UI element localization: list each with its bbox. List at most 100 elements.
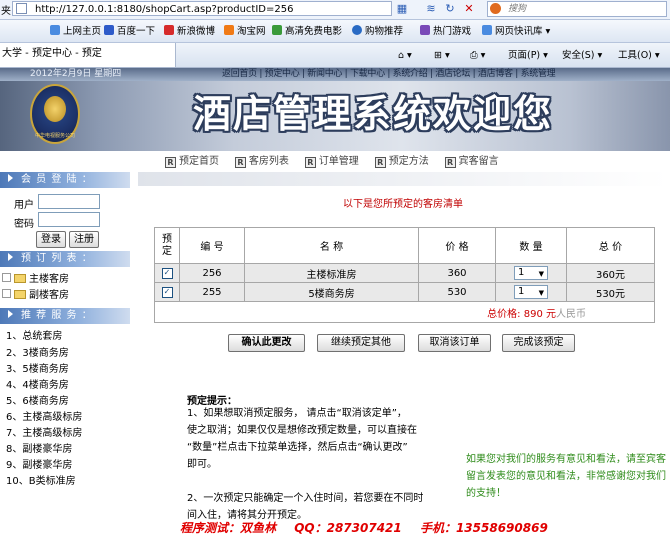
total-row: 总价格: 890 元人民币 <box>154 301 655 323</box>
fav-link[interactable]: 上网主页 <box>50 25 101 39</box>
fav-link[interactable]: 高清免费电影 <box>272 25 342 39</box>
baidu-icon <box>104 25 114 35</box>
tree-expander[interactable] <box>2 289 11 298</box>
fav-link[interactable]: 新浪微博 <box>164 25 215 39</box>
recommend-item[interactable]: 5、6楼商务房 <box>6 394 69 409</box>
cart-table: 预定 编 号 名 称 价 格 数 量 总 价 ✓ 256 主楼标准房 360 1… <box>154 227 655 323</box>
username-input[interactable] <box>38 194 100 209</box>
column-header: 编 号 <box>179 227 245 264</box>
password-input[interactable] <box>38 212 100 227</box>
register-button[interactable]: 注册 <box>69 231 99 248</box>
url-input[interactable]: http://127.0.0.1:8180/shopCart.asp?produ… <box>12 1 392 16</box>
column-header: 总 价 <box>566 227 655 264</box>
print-icon[interactable]: ⎙ ▾ <box>470 49 485 63</box>
game-icon <box>420 25 430 35</box>
page-icon <box>16 3 27 14</box>
tree-expander[interactable] <box>2 273 11 282</box>
fav-link[interactable]: 热门游戏 <box>420 25 471 39</box>
subnav-guestbook[interactable]: R 宾客留言 <box>444 156 499 168</box>
tools-menu[interactable]: 工具(O) ▾ <box>618 49 660 63</box>
refresh-icon[interactable]: ↻ <box>443 2 457 16</box>
room-price: 530 <box>418 282 496 302</box>
tree-item-main-building[interactable]: 主楼客房 <box>2 273 69 287</box>
grand-total: 总价格: 890 元人民币 <box>154 301 655 323</box>
cart-caption: 以下是您所预定的客房清单 <box>343 199 463 210</box>
address-bar: 夹 http://127.0.0.1:8180/shopCart.asp?pro… <box>0 0 670 20</box>
recommend-item[interactable]: 6、主楼高级标房 <box>6 410 82 425</box>
nav-key-icon: R <box>444 157 456 168</box>
room-id: 256 <box>179 263 245 283</box>
recommend-item[interactable]: 9、副楼豪华房 <box>6 458 72 473</box>
row-total: 360元 <box>566 263 655 283</box>
page-menu[interactable]: 页面(P) ▾ <box>508 49 548 63</box>
fav-link[interactable]: 淘宝网 <box>224 25 266 39</box>
tip-line: 2、一次预定只能确定一个入住时间，若您要在不同时 <box>187 493 424 504</box>
taobao-icon <box>224 25 234 35</box>
recommend-item[interactable]: 10、B类标准房 <box>6 474 76 489</box>
fav-link[interactable]: 网页快讯库 ▾ <box>482 25 550 39</box>
safety-menu[interactable]: 安全(S) ▾ <box>562 49 602 63</box>
favorites-bar: 上网主页 百度一下 新浪微博 淘宝网 高清免费电影 购物推荐 热门游戏 网页快讯… <box>0 20 670 43</box>
command-bar: 大学 - 预定中心 - 预定 ⌂ ▾ ⊞ ▾ ⎙ ▾ 页面(P) ▾ 安全(S)… <box>0 43 670 68</box>
footer-qq: QQ：287307421 <box>294 521 402 535</box>
nav-key-icon: R <box>374 157 386 168</box>
top-nav[interactable]: 返回首页 | 预定中心 | 新闻中心 | 下载中心 | 系统介绍 | 酒店论坛 … <box>222 68 556 81</box>
quantity-select[interactable]: 1 ▼ <box>514 266 548 280</box>
room-id: 255 <box>179 282 245 302</box>
select-cell: ✓ <box>154 263 180 283</box>
recommend-item[interactable]: 1、总统套房 <box>6 329 62 344</box>
booking-section-title: 预 订 列 表 ： <box>0 251 130 267</box>
rss-icon[interactable]: ≋ <box>424 2 438 16</box>
password-label: 密码 <box>14 219 34 230</box>
subnav-method[interactable]: R 预定方法 <box>374 156 429 168</box>
recommend-item[interactable]: 7、主楼高级标房 <box>6 426 82 441</box>
tab-current[interactable]: 大学 - 预定中心 - 预定 <box>0 43 176 67</box>
tip-line: “数量”栏点击下拉菜单选择，然后点击“确认更改” <box>187 442 408 453</box>
continue-booking-button[interactable]: 继续预定其他 <box>317 334 405 352</box>
home-icon[interactable]: ⌂ ▾ <box>398 49 412 63</box>
select-checkbox[interactable]: ✓ <box>161 287 173 298</box>
tree-item-annex-building[interactable]: 副楼客房 <box>2 289 69 303</box>
subnav-divider <box>138 172 668 186</box>
qty-cell: 1 ▼ <box>495 282 567 302</box>
tip-line: 1、如果想取消预定服务， 请点击“取消该定单”， <box>187 408 407 419</box>
shopping-icon <box>352 25 362 35</box>
recommend-item[interactable]: 3、5楼商务房 <box>6 362 69 377</box>
recommend-item[interactable]: 4、4楼商务房 <box>6 378 69 393</box>
room-name: 主楼标准房 <box>244 263 419 283</box>
folder-icon <box>14 290 26 299</box>
recommend-item[interactable]: 2、3楼商务房 <box>6 346 69 361</box>
user-label: 用户 <box>14 200 34 211</box>
logo-keys-icon <box>44 96 66 122</box>
quantity-select[interactable]: 1 ▼ <box>514 285 548 299</box>
subnav-orders[interactable]: R 订单管理 <box>304 156 359 168</box>
recommend-item[interactable]: 8、副楼豪华房 <box>6 442 72 457</box>
webslice-icon <box>482 25 492 35</box>
fav-link[interactable]: 百度一下 <box>104 25 155 39</box>
tip-line: 即可。 <box>187 459 217 470</box>
banner-title: 酒店管理系统欢迎您 <box>192 91 553 136</box>
search-engine-icon <box>490 3 501 14</box>
qty-cell: 1 ▼ <box>495 263 567 283</box>
weibo-icon <box>164 25 174 35</box>
complete-booking-button[interactable]: 完成该预定 <box>502 334 575 352</box>
stop-icon[interactable]: ✕ <box>462 2 476 16</box>
select-checkbox[interactable]: ✓ <box>161 268 173 279</box>
subnav-rooms[interactable]: R 客房列表 <box>234 156 289 168</box>
nav-key-icon: R <box>165 157 176 168</box>
ie-icon <box>50 25 60 35</box>
column-header: 数 量 <box>495 227 567 264</box>
fav-link[interactable]: 购物推荐 <box>352 25 403 39</box>
cancel-order-button[interactable]: 取消该订单 <box>418 334 491 352</box>
chevron-down-icon: ▼ <box>538 289 544 297</box>
recommend-section-title: 推 荐 服 务 ： <box>0 308 130 324</box>
column-header: 预定 <box>154 227 180 264</box>
confirm-change-button[interactable]: 确认此更改 <box>228 334 305 352</box>
feeds-icon[interactable]: ⊞ ▾ <box>434 49 450 63</box>
table-row: ✓ 256 主楼标准房 360 1 ▼ 360元 <box>154 263 655 283</box>
movie-icon <box>272 25 282 35</box>
search-input[interactable]: 搜狗 <box>487 1 667 17</box>
login-button[interactable]: 登录 <box>36 231 66 248</box>
subnav-home[interactable]: R 预定首页 <box>165 156 219 168</box>
compat-icon[interactable]: ▦ <box>395 2 409 16</box>
